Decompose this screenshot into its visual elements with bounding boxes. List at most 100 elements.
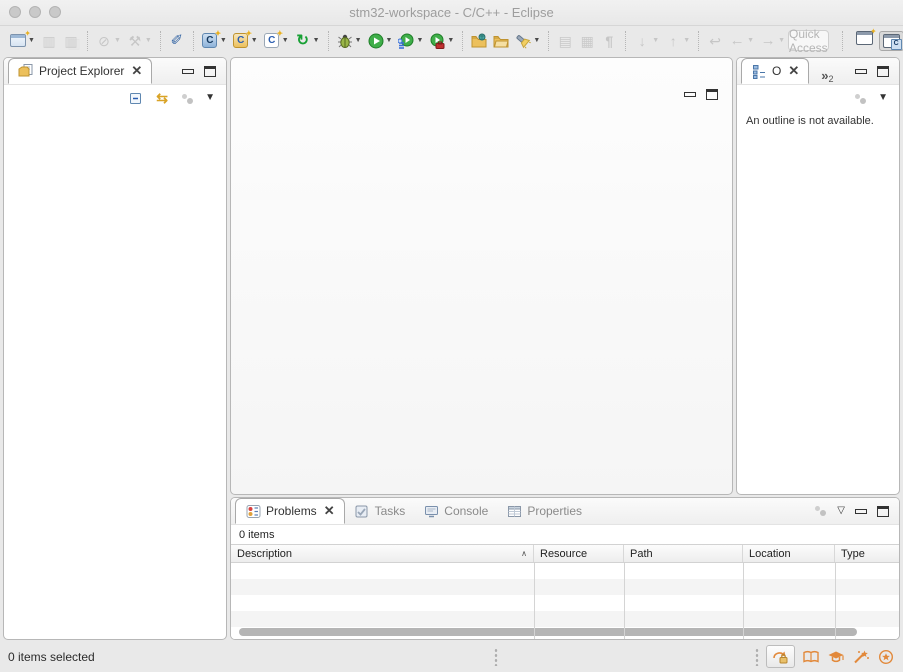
filters-icon (814, 504, 827, 517)
new-c-source-folder-icon: C✦ (233, 33, 249, 49)
dropdown-arrow-icon[interactable]: ▼ (282, 37, 289, 44)
previous-annotation-icon: ↑ (665, 33, 681, 49)
tab-tasks[interactable]: Tasks (345, 498, 415, 524)
search-icon (515, 33, 531, 49)
view-menu-icon[interactable]: ▼ (878, 93, 888, 103)
minimize-window-button[interactable] (29, 6, 41, 18)
tab-console[interactable]: Console (414, 498, 497, 524)
column-label: Description (237, 548, 292, 560)
close-window-button[interactable] (9, 6, 21, 18)
collapse-all-icon[interactable] (127, 90, 143, 106)
editor-area (230, 57, 733, 495)
close-icon[interactable]: ✕ (324, 505, 335, 517)
bottom-panel: Problems✕TasksConsoleProperties▽ 0 items… (230, 497, 900, 640)
open-perspective-button[interactable]: ✦ (856, 31, 873, 50)
next-annotation-button: ↓▼ (631, 29, 662, 53)
close-icon[interactable]: ✕ (131, 65, 142, 77)
dropdown-arrow-icon: ▼ (747, 37, 754, 44)
open-element-button[interactable] (468, 29, 490, 53)
column-header-description[interactable]: Description∧ (231, 545, 534, 562)
horizontal-scrollbar[interactable] (239, 628, 857, 636)
tab-label: Console (444, 504, 488, 518)
toolbar-separator (548, 31, 549, 51)
dropdown-arrow-icon[interactable]: ▼ (386, 37, 393, 44)
external-tools-button[interactable]: ▼ (426, 29, 457, 53)
forward-icon: → (760, 33, 776, 49)
project-explorer-icon (18, 63, 34, 79)
link-with-editor-icon[interactable]: ⇆ (154, 90, 170, 106)
lock-arrow-icon[interactable] (766, 645, 795, 668)
minimize-view-icon[interactable] (182, 65, 194, 77)
star-badge-icon[interactable] (877, 648, 895, 666)
save-all-button: ▥ (60, 29, 82, 53)
column-header-path[interactable]: Path (624, 545, 743, 562)
outline-toolbar: ▼ (737, 85, 899, 111)
dropdown-arrow-icon[interactable]: ▼ (313, 37, 320, 44)
zoom-window-button[interactable] (49, 6, 61, 18)
new-c-project-icon: C✦ (202, 33, 218, 49)
tab-label: Problems (266, 504, 317, 518)
dropdown-arrow-icon[interactable]: ▼ (533, 37, 540, 44)
minimize-view-icon[interactable] (855, 505, 867, 517)
tab-project-explorer[interactable]: Project Explorer ✕ (8, 58, 152, 84)
dropdown-arrow-icon[interactable]: ▼ (251, 37, 258, 44)
dropdown-arrow-icon[interactable]: ▼ (416, 37, 423, 44)
dropdown-arrow-icon: ▼ (778, 37, 785, 44)
maximize-view-icon[interactable] (204, 65, 216, 77)
cpp-perspective-button[interactable]: C (879, 31, 903, 51)
open-element-icon (471, 33, 487, 49)
next-annotation-icon: ↓ (634, 33, 650, 49)
dropdown-arrow-icon[interactable]: ▼ (220, 37, 227, 44)
back-icon: ← (729, 33, 745, 49)
minimize-view-icon[interactable] (855, 65, 867, 77)
last-edit-location-icon: ↩ (707, 33, 723, 49)
column-header-location[interactable]: Location (743, 545, 835, 562)
debug-button[interactable]: ▼ (334, 29, 365, 53)
cpp-perspective-icon: C (883, 34, 900, 48)
save-icon: ▥ (41, 33, 57, 49)
open-resource-button[interactable] (490, 29, 512, 53)
tab-properties[interactable]: Properties (497, 498, 591, 524)
outline-icon (751, 63, 767, 79)
mark-occurrences-button[interactable]: ✐ (166, 29, 188, 53)
tab-problems[interactable]: Problems ✕ (235, 498, 345, 524)
new-c-project-button[interactable]: C✦▼ (199, 29, 230, 53)
dropdown-arrow-icon[interactable]: ▼ (355, 37, 362, 44)
tasks-icon (354, 503, 370, 519)
tab-outline[interactable]: O ✕ (741, 58, 809, 84)
build-button: ⚒▼ (124, 29, 155, 53)
view-menu-icon[interactable]: ▽ (837, 506, 845, 516)
dropdown-arrow-icon[interactable]: ▼ (447, 37, 454, 44)
column-gridline (835, 563, 836, 639)
open-resource-icon (493, 33, 509, 49)
previous-annotation-button: ↑▼ (662, 29, 693, 53)
mark-occurrences-icon: ✐ (169, 33, 185, 49)
quick-access-input[interactable]: Quick Access (788, 30, 829, 51)
more-views-indicator[interactable]: »2 (821, 68, 833, 84)
maximize-editor-icon[interactable] (706, 88, 718, 100)
new-c-source-folder-button[interactable]: C✦▼ (230, 29, 261, 53)
run-button[interactable]: ▼ (365, 29, 396, 53)
new-wizard-button[interactable]: ✦▼ (7, 29, 38, 53)
properties-icon (506, 503, 522, 519)
maximize-view-icon[interactable] (877, 505, 889, 517)
status-bar: 0 items selected (0, 641, 903, 672)
close-icon[interactable]: ✕ (788, 65, 799, 77)
graduation-cap-icon[interactable] (827, 648, 845, 666)
column-header-type[interactable]: Type (835, 545, 899, 562)
problems-icon (245, 503, 261, 519)
build-all-button[interactable]: ↻▼ (292, 29, 323, 53)
run-icon (368, 33, 384, 49)
magic-wand-icon[interactable] (852, 648, 870, 666)
tab-label: Project Explorer (39, 64, 124, 78)
new-c-file-button[interactable]: C✦▼ (261, 29, 292, 53)
profile-button[interactable]: ▼ (395, 29, 426, 53)
minimize-editor-icon[interactable] (684, 88, 696, 100)
maximize-view-icon[interactable] (877, 65, 889, 77)
main-toolbar: ✦▼▥▥⊘▼⚒▼✐C✦▼C✦▼C✦▼↻▼▼▼▼▼▼▤▦¶↓▼↑▼↩←▼→▼Qui… (0, 26, 903, 55)
dropdown-arrow-icon[interactable]: ▼ (28, 37, 35, 44)
column-header-resource[interactable]: Resource (534, 545, 624, 562)
view-menu-icon[interactable]: ▼ (205, 93, 215, 103)
map-icon[interactable] (802, 648, 820, 666)
search-button[interactable]: ▼ (512, 29, 543, 53)
